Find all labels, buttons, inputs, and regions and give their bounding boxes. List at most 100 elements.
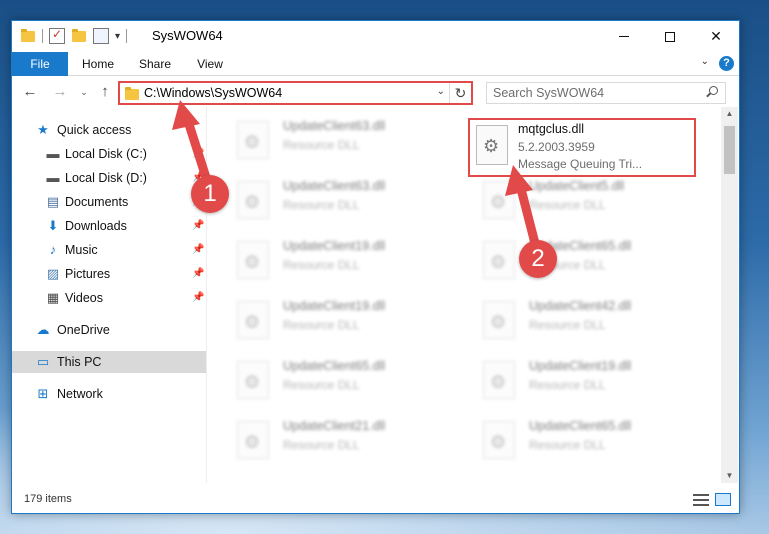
minimize-button[interactable] [601,21,647,52]
vertical-scrollbar[interactable]: ▲ ▼ [721,107,738,483]
minimize-icon [619,36,629,37]
sidebar-item-quick-access[interactable]: ★ Quick access [12,119,206,141]
highlight-box [468,118,696,177]
rename-icon[interactable] [93,28,109,44]
list-item[interactable]: UpdateClient19.dll Resource DLL [217,293,437,347]
file-name: UpdateClient63.dll [283,119,386,133]
pin-icon[interactable]: 📌 [192,263,204,285]
sidebar-item-music[interactable]: ♪ Music 📌 [12,239,206,261]
cloud-icon: ☁ [36,322,50,337]
step-marker-2: 2 [519,240,557,278]
file-name: UpdateClient42.dll [529,299,632,313]
scroll-up-icon[interactable]: ▲ [721,107,738,121]
address-bar[interactable]: C:\Windows\SysWOW64 ⌄ ↻ [118,81,473,105]
maximize-button[interactable] [647,21,693,52]
sidebar-item-downloads[interactable]: ⬇ Downloads 📌 [12,215,206,237]
new-folder-icon[interactable] [71,28,87,44]
file-name: UpdateClient19.dll [529,359,632,373]
pane-divider[interactable] [206,107,207,483]
status-bar: 179 items [12,487,739,513]
list-item[interactable]: UpdateClient19.dll Resource DLL [463,353,683,407]
dll-file-icon [237,421,269,459]
tab-home[interactable]: Home [74,52,122,76]
file-type: Resource DLL [529,318,606,332]
list-item[interactable]: UpdateClient65.dll Resource DLL [463,413,683,467]
expand-ribbon-icon[interactable]: ⌄ [701,56,709,67]
dll-file-icon [237,301,269,339]
tab-share[interactable]: Share [132,52,178,76]
refresh-button[interactable]: ↻ [449,83,471,103]
file-name: UpdateClient5.dll [529,179,625,193]
close-button[interactable]: ✕ [693,21,739,52]
list-item[interactable]: UpdateClient63.dll Resource DLL [217,113,437,167]
pin-icon[interactable]: 📌 [192,239,204,261]
sidebar-item-pictures[interactable]: ▨ Pictures 📌 [12,263,206,285]
list-item[interactable]: UpdateClient63.dll Resource DLL [217,173,437,227]
scroll-thumb[interactable] [724,126,735,174]
drive-icon: ▬ [46,146,60,161]
list-item[interactable]: UpdateClient65.dll Resource DLL [217,353,437,407]
list-item[interactable]: UpdateClient42.dll Resource DLL [463,293,683,347]
maximize-icon [665,31,675,42]
list-item[interactable]: UpdateClient5.dll Resource DLL [463,173,683,227]
pin-icon[interactable]: 📌 [192,143,204,165]
tab-file[interactable]: File [12,52,68,76]
list-item[interactable]: UpdateClient65.dll Resource DLL [463,233,683,287]
tab-view[interactable]: View [188,52,232,76]
sidebar-item-label: Downloads [65,219,127,233]
scroll-down-icon[interactable]: ▼ [721,469,738,483]
sidebar-item-label: Local Disk (C:) [65,147,147,161]
address-path[interactable]: C:\Windows\SysWOW64 [144,86,282,100]
search-box[interactable] [486,82,726,104]
dll-file-icon [483,361,515,399]
sidebar-item-label: Music [65,243,98,257]
sidebar-item-network[interactable]: ⊞ Network [12,383,206,405]
ribbon-tabs: File Home Share View ⌄ ? [12,52,739,76]
list-item[interactable]: UpdateClient19.dll Resource DLL [217,233,437,287]
step-marker-1: 1 [191,175,229,213]
pictures-icon: ▨ [46,266,60,281]
sidebar-item-documents[interactable]: ▤ Documents 📌 [12,191,206,213]
file-type: Resource DLL [529,378,606,392]
recent-locations-dropdown-icon[interactable]: ⌄ [74,82,94,102]
sidebar-item-label: Videos [65,291,103,305]
navigation-pane: ★ Quick access ▬ Local Disk (C:) 📌 ▬ Loc… [12,113,206,483]
list-item[interactable]: UpdateClient21.dll Resource DLL [217,413,437,467]
download-icon: ⬇ [47,218,59,233]
file-type: Resource DLL [283,318,360,332]
pin-icon[interactable]: 📌 [192,287,204,309]
back-button[interactable]: ← [20,82,40,102]
dll-file-icon [483,181,515,219]
address-history-dropdown-icon[interactable]: ⌄ [437,86,445,97]
up-button[interactable]: ↑ [95,82,115,102]
sidebar-item-local-disk-d[interactable]: ▬ Local Disk (D:) 📌 [12,167,206,189]
sidebar-item-label: Quick access [57,123,132,137]
file-type: Resource DLL [283,138,360,152]
dll-file-icon [237,241,269,279]
sidebar-item-onedrive[interactable]: ☁ OneDrive [12,319,206,341]
customize-toolbar-dropdown-icon[interactable]: ▾ [115,31,120,42]
toolbar-divider [126,29,128,43]
search-icon[interactable] [705,86,719,100]
search-input[interactable] [487,83,692,103]
pin-icon[interactable]: 📌 [192,215,204,237]
videos-icon: ▦ [46,290,60,305]
sidebar-item-this-pc[interactable]: ▭ This PC [12,351,206,373]
folder-icon [20,28,36,44]
quick-access-toolbar: ▾ [20,27,128,44]
documents-icon: ▤ [46,194,60,209]
forward-button[interactable]: → [50,82,70,102]
sidebar-item-local-disk-c[interactable]: ▬ Local Disk (C:) 📌 [12,143,206,165]
sidebar-item-label: Documents [65,195,129,209]
file-name: UpdateClient21.dll [283,419,386,433]
sidebar-item-videos[interactable]: ▦ Videos 📌 [12,287,206,309]
large-icons-view-icon[interactable] [715,493,731,506]
dll-file-icon [237,361,269,399]
help-icon[interactable]: ? [719,56,734,71]
file-type: Resource DLL [283,378,360,392]
file-name: UpdateClient65.dll [283,359,386,373]
toolbar-divider [42,29,43,43]
details-view-icon[interactable] [693,494,709,506]
properties-icon[interactable] [49,27,65,44]
item-count: 179 items [24,493,72,505]
